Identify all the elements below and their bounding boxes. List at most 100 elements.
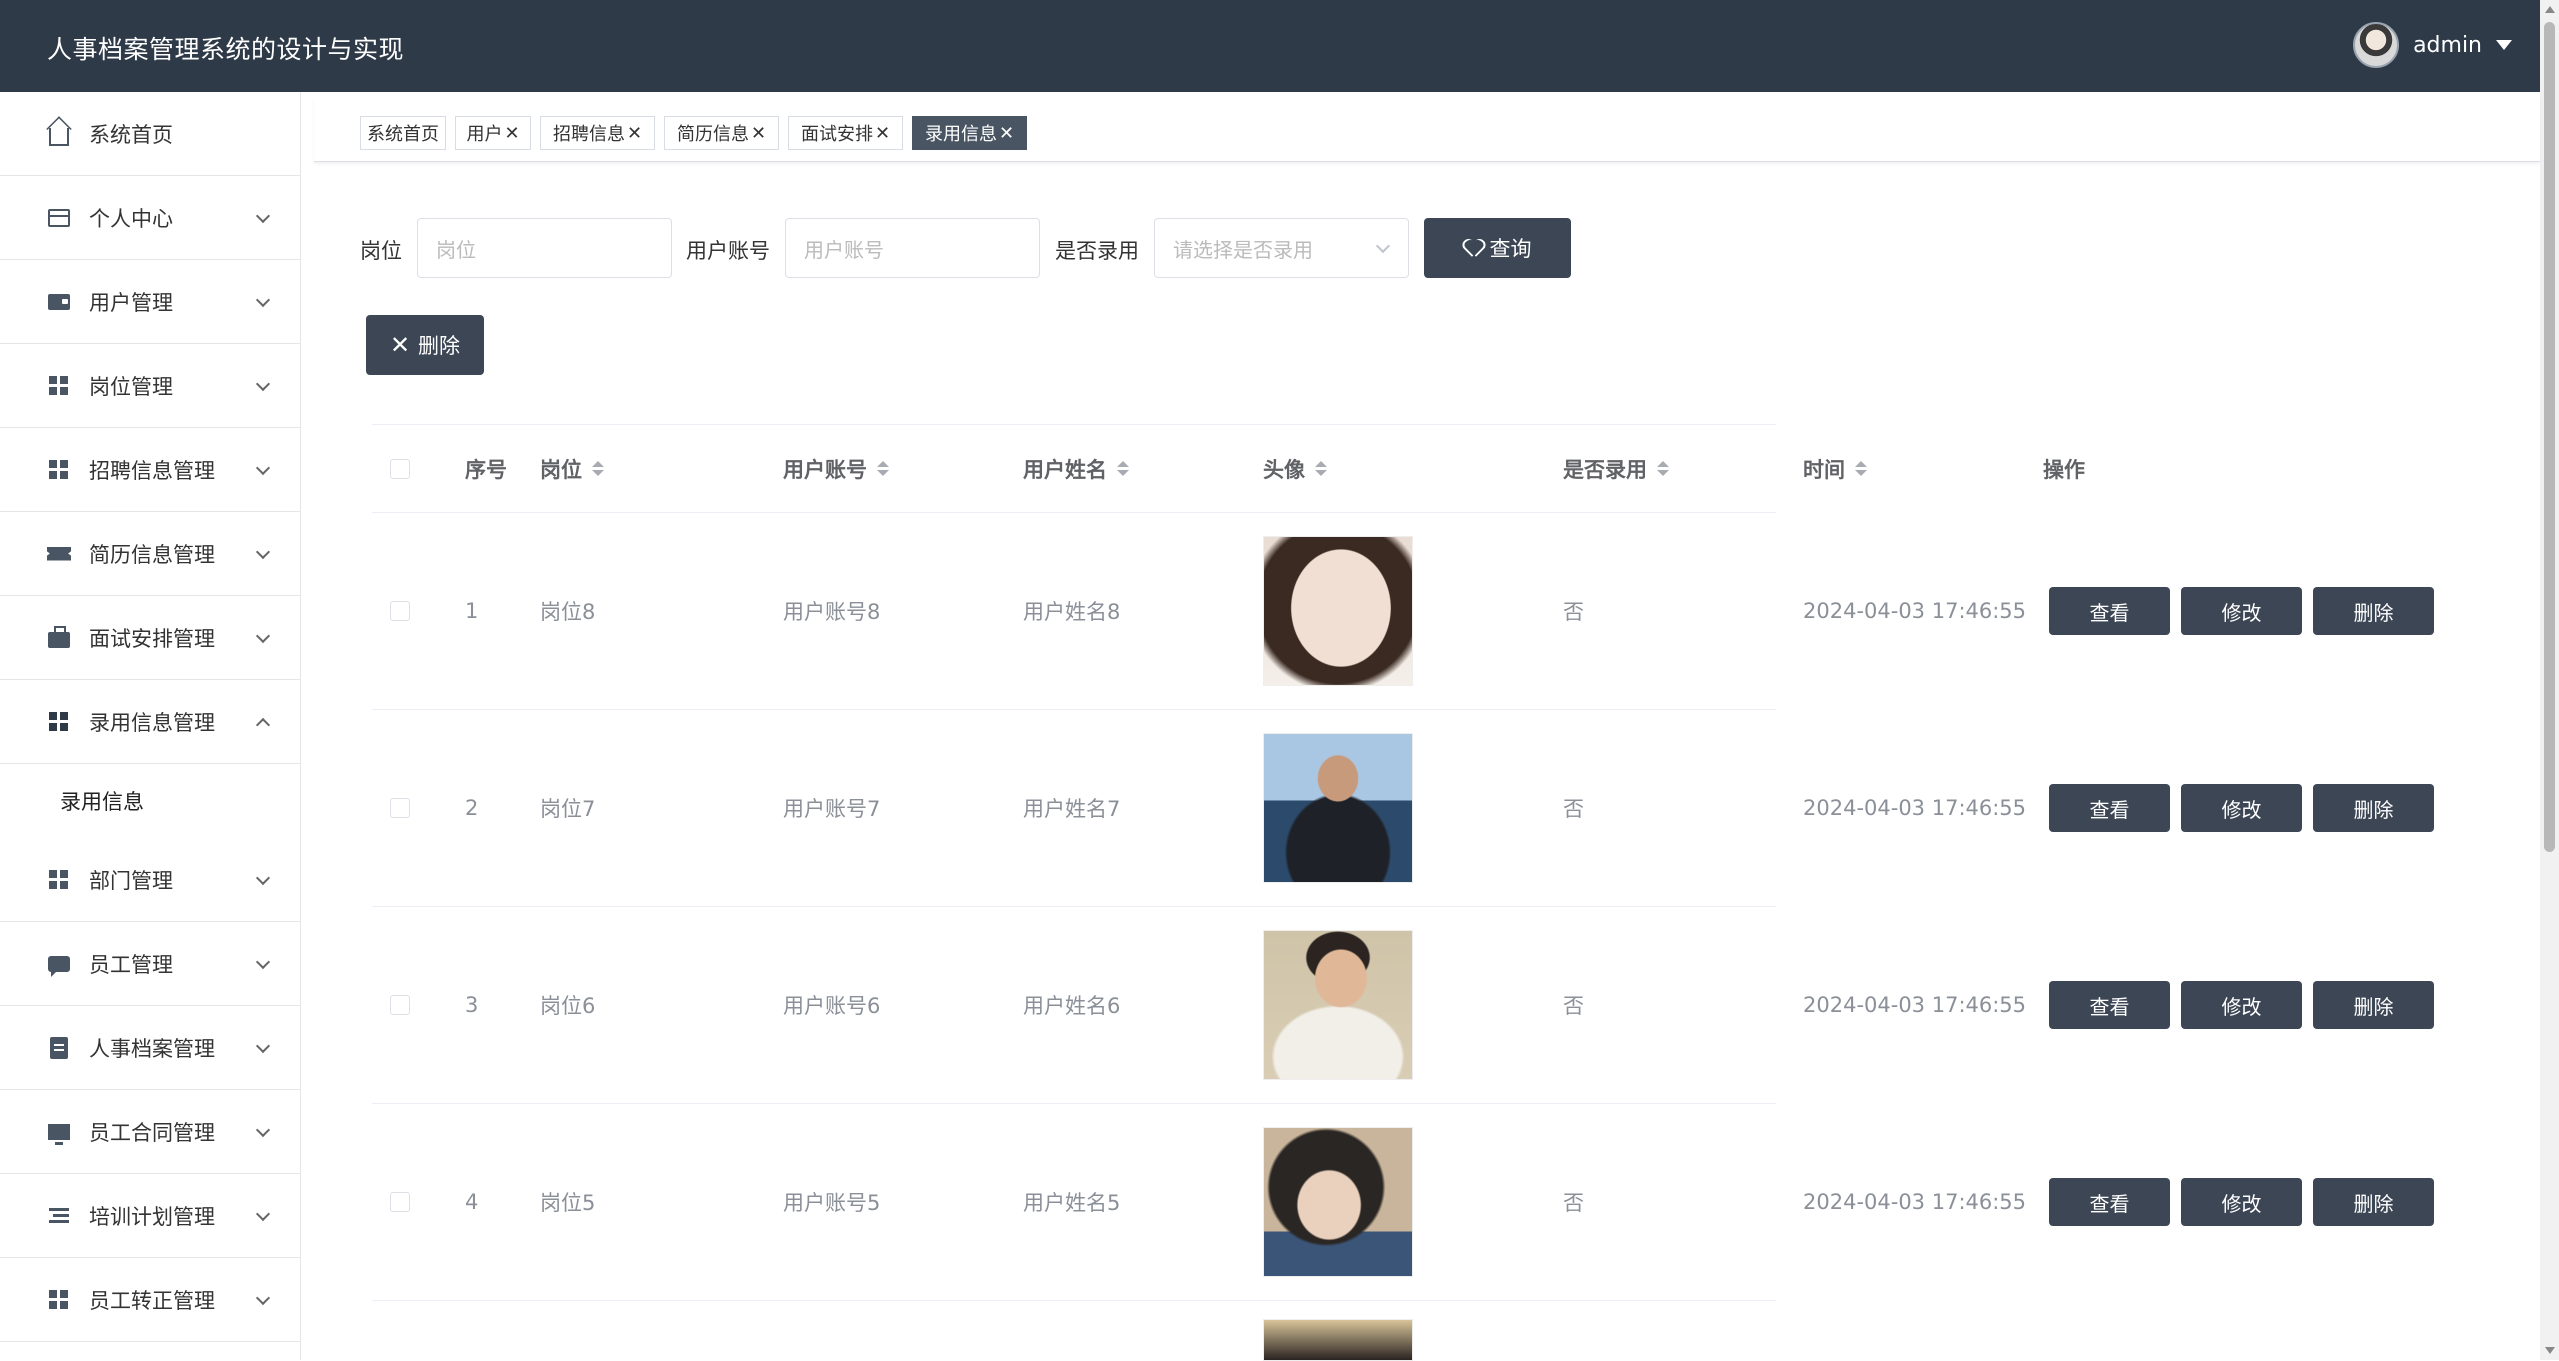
cell-hired: 否 — [1563, 797, 1584, 821]
post-label: 岗位 — [360, 239, 402, 263]
cell-avatar — [1263, 907, 1413, 1103]
tag-users[interactable]: 用户 ✕ — [455, 116, 531, 150]
cell-hired: 否 — [1563, 1191, 1584, 1215]
sidebar-item-resumes[interactable]: 简历信息管理 — [0, 512, 300, 596]
view-button[interactable]: 查看 — [2049, 981, 2170, 1029]
close-icon[interactable]: ✕ — [999, 123, 1014, 144]
delete-button[interactable]: 删除 — [2313, 981, 2434, 1029]
close-icon[interactable]: ✕ — [627, 123, 642, 144]
avatar-image[interactable] — [1263, 1127, 1413, 1277]
sidebar-item-training[interactable]: 培训计划管理 — [0, 1174, 300, 1258]
sidebar-item-recruitment[interactable]: 招聘信息管理 — [0, 428, 300, 512]
row-checkbox[interactable] — [390, 995, 410, 1015]
grid-icon — [47, 868, 71, 892]
cell-name: 用户姓名5 — [1023, 1191, 1121, 1215]
col-account[interactable]: 用户账号 — [783, 425, 889, 512]
edit-button[interactable]: 修改 — [2181, 981, 2302, 1029]
cell-post: 岗位8 — [540, 600, 596, 624]
avatar-image[interactable] — [1263, 930, 1413, 1080]
cell-avatar — [1263, 1301, 1413, 1361]
row-checkbox[interactable] — [390, 601, 410, 621]
sidebar-item-hr-records[interactable]: 人事档案管理 — [0, 1006, 300, 1090]
view-button[interactable]: 查看 — [2049, 587, 2170, 635]
sidebar-subitem-hiring-info[interactable]: 录用信息 — [0, 764, 300, 838]
col-time[interactable]: 时间 — [1803, 425, 1867, 512]
user-menu[interactable]: admin — [2353, 22, 2512, 68]
table-row: 3 岗位6 用户账号6 用户姓名6 否 2024-04-03 17:46:55 … — [372, 907, 2434, 1104]
scroll-up-arrow-icon[interactable] — [2545, 6, 2555, 13]
batch-delete-button[interactable]: ✕ 删除 — [366, 315, 484, 375]
view-button[interactable]: 查看 — [2049, 784, 2170, 832]
sidebar-item-personal-center[interactable]: 个人中心 — [0, 176, 300, 260]
tag-home[interactable]: 系统首页 — [360, 116, 446, 150]
sort-icon[interactable] — [1117, 461, 1129, 476]
username[interactable]: admin — [2413, 33, 2482, 58]
col-post[interactable]: 岗位 — [540, 425, 604, 512]
col-avatar-label: 头像 — [1263, 457, 1305, 482]
sidebar-item-label: 人事档案管理 — [89, 1036, 215, 1061]
sidebar-item-home[interactable]: 系统首页 — [0, 92, 300, 176]
row-checkbox[interactable] — [390, 798, 410, 818]
card-icon — [47, 206, 71, 230]
sidebar-item-interviews[interactable]: 面试安排管理 — [0, 596, 300, 680]
col-account-label: 用户账号 — [783, 457, 867, 482]
sort-icon[interactable] — [1657, 461, 1669, 476]
delete-button[interactable]: 删除 — [2313, 784, 2434, 832]
sidebar-item-departments[interactable]: 部门管理 — [0, 838, 300, 922]
delete-button[interactable]: 删除 — [2313, 1178, 2434, 1226]
cell-avatar — [1263, 513, 1413, 709]
post-search-input[interactable]: 岗位 — [417, 218, 672, 278]
edit-button[interactable]: 修改 — [2181, 1178, 2302, 1226]
table-row: 4 岗位5 用户账号5 用户姓名5 否 2024-04-03 17:46:55 … — [372, 1104, 2434, 1301]
close-icon[interactable]: ✕ — [504, 123, 519, 144]
hired-select[interactable]: 请选择是否录用 — [1154, 218, 1409, 278]
col-hired[interactable]: 是否录用 — [1563, 425, 1669, 512]
sidebar: 系统首页 个人中心 用户管理 岗位管理 招聘信息管理 简历信息管理 面试安排管理… — [0, 92, 301, 1360]
col-name[interactable]: 用户姓名 — [1023, 425, 1129, 512]
account-search-input[interactable]: 用户账号 — [785, 218, 1040, 278]
sidebar-item-employees[interactable]: 员工管理 — [0, 922, 300, 1006]
sidebar-item-regularization[interactable]: 员工转正管理 — [0, 1258, 300, 1342]
close-icon[interactable]: ✕ — [875, 123, 890, 144]
edit-button[interactable]: 修改 — [2181, 784, 2302, 832]
sort-icon[interactable] — [877, 461, 889, 476]
select-all-checkbox[interactable] — [390, 458, 410, 479]
tag-recruitment[interactable]: 招聘信息 ✕ — [540, 116, 655, 150]
account-label: 用户账号 — [686, 239, 770, 263]
tag-hiring-info-active[interactable]: 录用信息 ✕ — [912, 116, 1027, 150]
sidebar-item-contracts[interactable]: 员工合同管理 — [0, 1090, 300, 1174]
cell-index: 2 — [465, 796, 479, 820]
delete-button[interactable]: 删除 — [2313, 587, 2434, 635]
edit-button[interactable]: 修改 — [2181, 587, 2302, 635]
sort-icon[interactable] — [592, 461, 604, 476]
col-time-label: 时间 — [1803, 457, 1845, 482]
chevron-down-icon — [255, 954, 271, 969]
scroll-down-arrow-icon[interactable] — [2545, 1347, 2555, 1354]
tag-interviews[interactable]: 面试安排 ✕ — [788, 116, 903, 150]
query-button[interactable]: 查询 — [1424, 218, 1571, 278]
post-placeholder: 岗位 — [436, 237, 476, 262]
sidebar-item-posts[interactable]: 岗位管理 — [0, 344, 300, 428]
sort-icon[interactable] — [1855, 461, 1867, 476]
sort-icon[interactable] — [1315, 461, 1327, 476]
cell-name: 用户姓名8 — [1023, 600, 1121, 624]
col-avatar[interactable]: 头像 — [1263, 425, 1327, 512]
sidebar-item-label: 招聘信息管理 — [89, 458, 215, 483]
col-post-label: 岗位 — [540, 457, 582, 482]
avatar-image[interactable] — [1263, 1319, 1413, 1361]
tag-resumes[interactable]: 简历信息 ✕ — [664, 116, 779, 150]
user-avatar[interactable] — [2353, 22, 2400, 68]
caret-down-icon[interactable] — [2496, 40, 2512, 50]
row-checkbox[interactable] — [390, 1192, 410, 1212]
sidebar-item-label: 个人中心 — [89, 206, 173, 231]
close-icon[interactable]: ✕ — [751, 123, 766, 144]
sidebar-item-hiring[interactable]: 录用信息管理 — [0, 680, 300, 764]
sidebar-item-users[interactable]: 用户管理 — [0, 260, 300, 344]
avatar-image[interactable] — [1263, 536, 1413, 686]
view-button[interactable]: 查看 — [2049, 1178, 2170, 1226]
wallet-icon — [47, 290, 71, 314]
monitor-icon — [47, 1120, 71, 1145]
avatar-image[interactable] — [1263, 733, 1413, 883]
scrollbar-thumb[interactable] — [2544, 22, 2555, 852]
page-scrollbar[interactable] — [2540, 0, 2559, 1360]
